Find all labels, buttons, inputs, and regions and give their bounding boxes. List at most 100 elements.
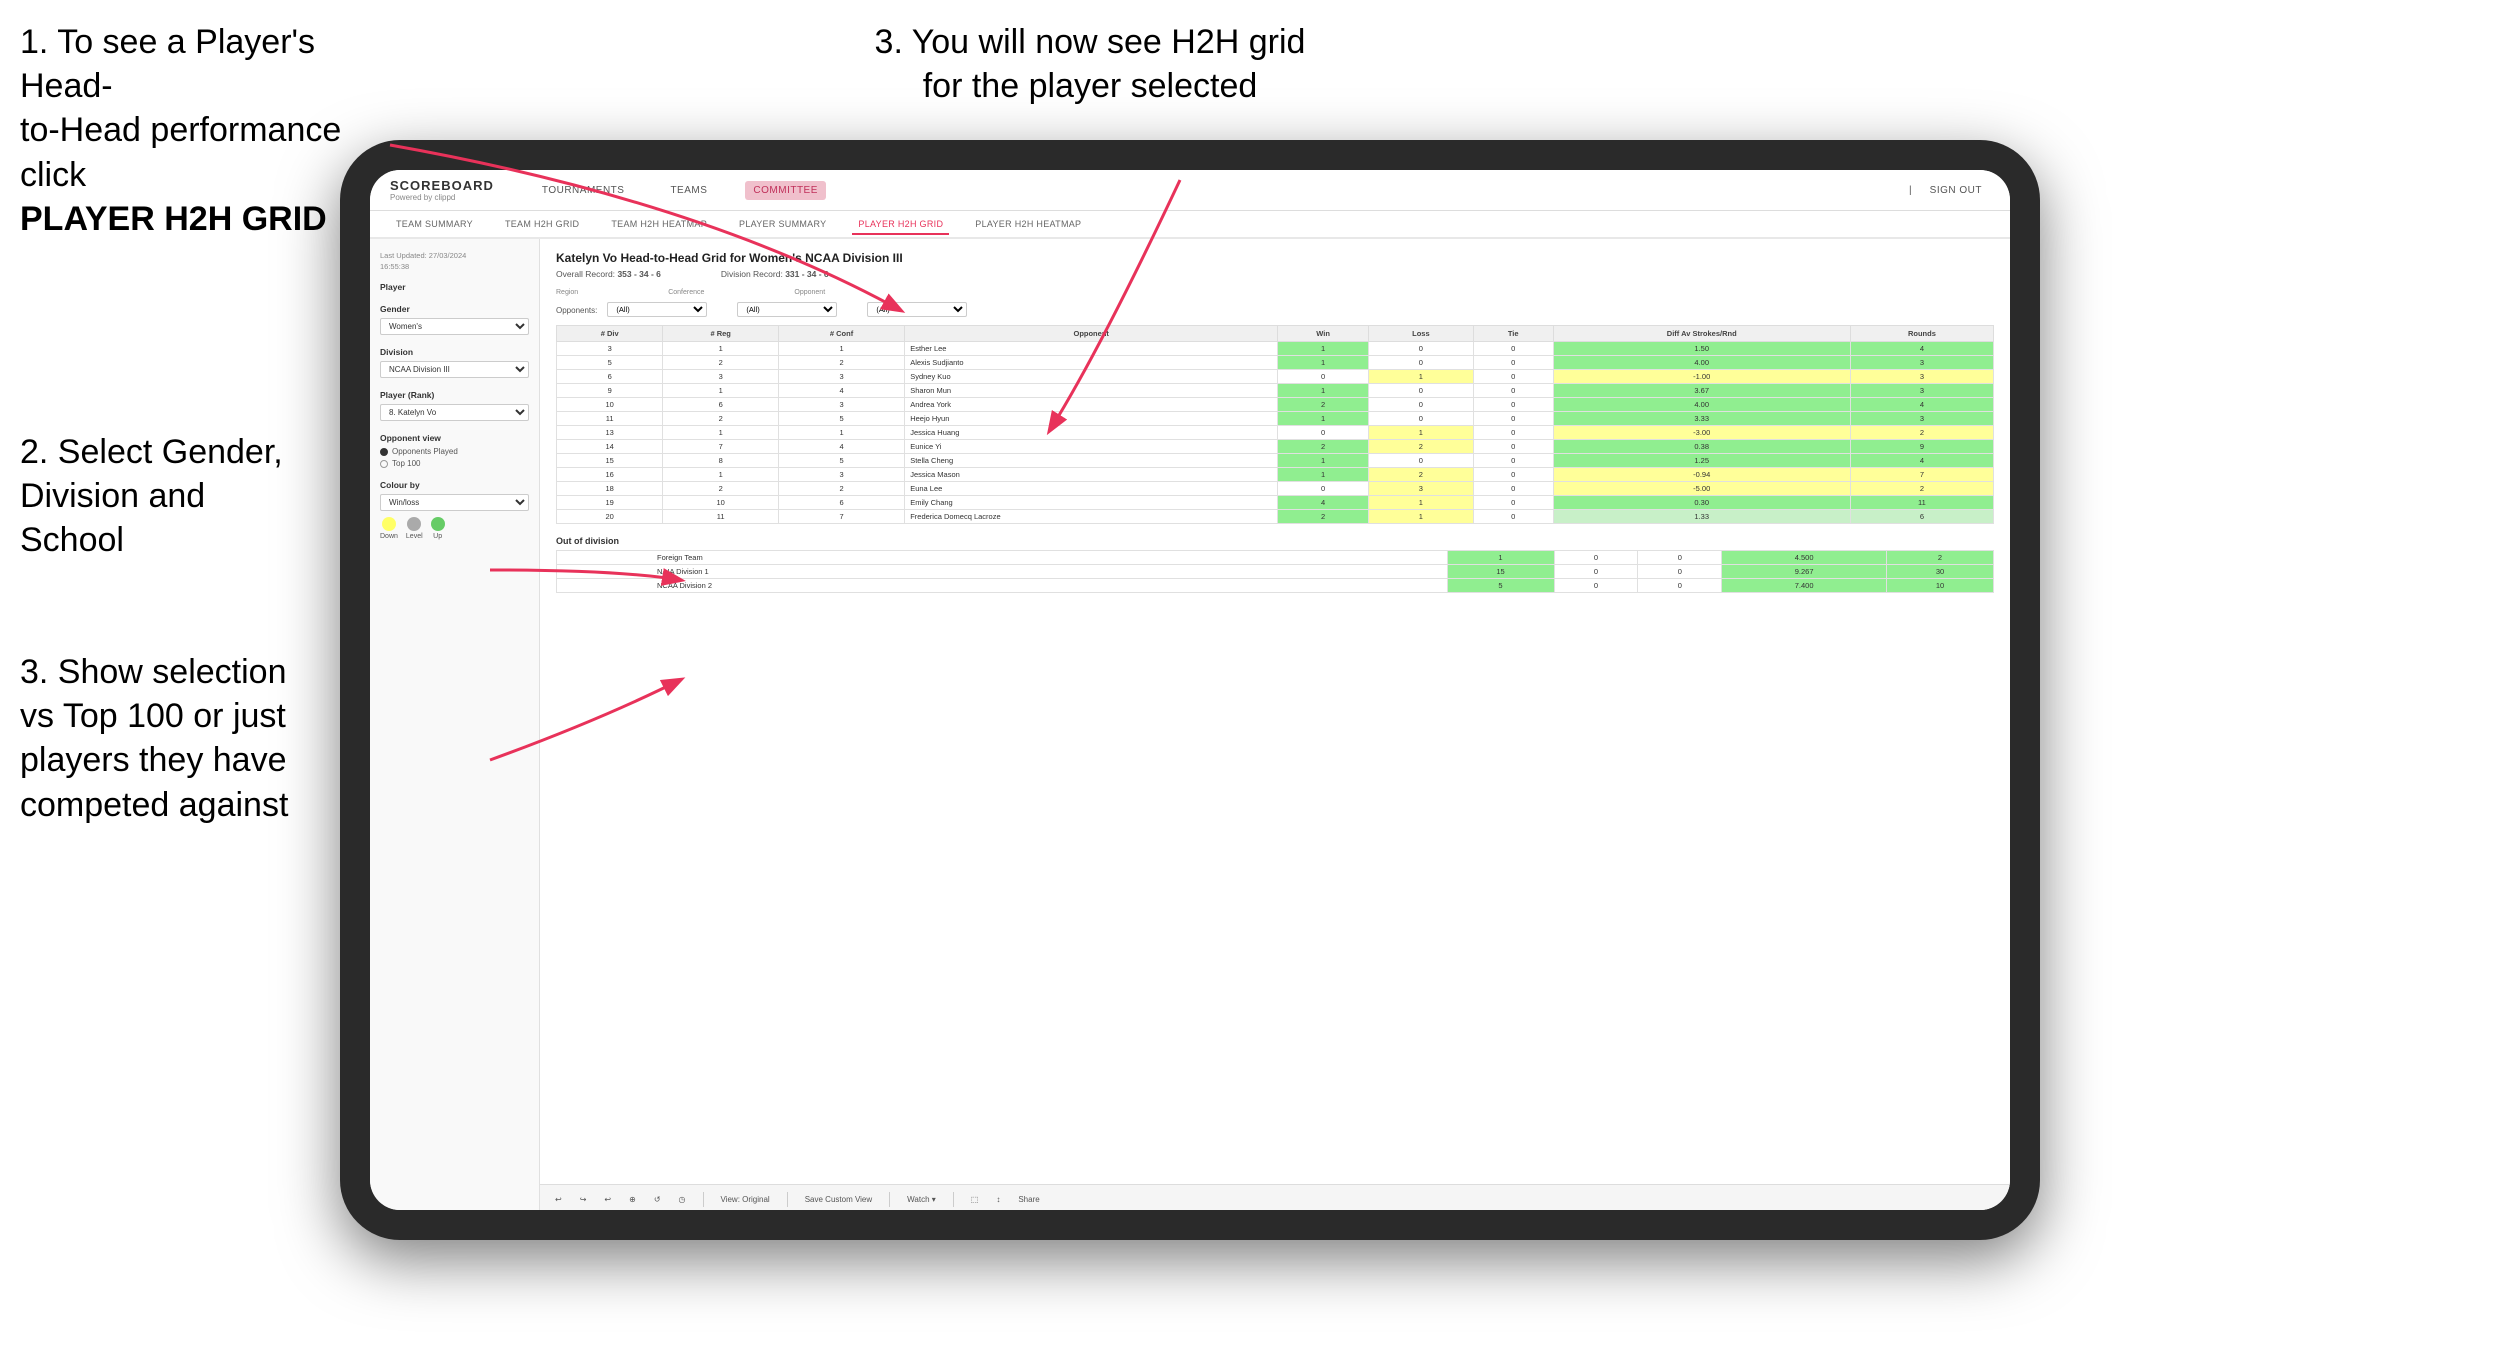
toolbar-clock[interactable]: ◷ [674,1193,691,1206]
instructions-top-center: 3. You will now see H2H grid for the pla… [840,20,1340,108]
ood-table-row: NCAA Division 2 5 0 0 7.400 10 [557,579,1994,593]
filter-row-2: Opponents: (All) (All) (All) [556,302,1994,317]
table-row: 9 1 4 Sharon Mun 1 0 0 3.67 3 [557,384,1994,398]
out-of-division-table: Foreign Team 1 0 0 4.500 2 NAIA Division… [556,550,1994,593]
radio-opponents-played[interactable]: Opponents Played [380,447,529,456]
col-div: # Div [557,326,663,342]
toolbar-sep1 [703,1192,704,1207]
toolbar-undo[interactable]: ↩ [550,1193,567,1206]
main-content: Last Updated: 27/03/2024 16:55:38 Player… [370,239,2010,1210]
radio-top100[interactable]: Top 100 [380,459,529,468]
sidebar-player-section: Player [380,282,529,292]
conference-filter-select[interactable]: (All) [737,302,837,317]
sub-nav-player-h2h-heatmap[interactable]: PLAYER H2H HEATMAP [969,215,1087,233]
toolbar-layout[interactable]: ⬚ [966,1193,984,1206]
logo-area: SCOREBOARD Powered by clippd [390,178,494,202]
sign-out-button[interactable]: Sign out [1922,181,1990,200]
instruction-line1: 1. To see a Player's Head- [20,23,315,105]
col-win: Win [1278,326,1369,342]
sidebar-division-label: Division [380,347,529,357]
toolbar-redo[interactable]: ↪ [575,1193,592,1206]
opponent-filter-select[interactable]: (All) [867,302,967,317]
grid-area: Katelyn Vo Head-to-Head Grid for Women's… [540,239,2010,1210]
instruction-tc-line1: 3. You will now see H2H grid [875,23,1306,61]
sidebar-player-rank-section: Player (Rank) 8. Katelyn Vo [380,390,529,421]
nav-right: | Sign out [1909,181,1990,200]
table-row: 15 8 5 Stella Cheng 1 0 0 1.25 4 [557,454,1994,468]
toolbar-view-original[interactable]: View: Original [716,1193,775,1206]
toolbar-resize[interactable]: ↕ [991,1193,1005,1206]
legend-up-dot [431,517,445,531]
filter-opponent: Opponent [794,289,825,296]
toolbar-watch[interactable]: Watch ▾ [902,1193,941,1206]
col-rounds: Rounds [1850,326,1993,342]
radio-dot-opponents [380,448,388,456]
grid-records: Overall Record: 353 - 34 - 6 Division Re… [556,269,1994,279]
sub-nav-team-summary[interactable]: TEAM SUMMARY [390,215,479,233]
col-loss: Loss [1368,326,1473,342]
player-rank-select[interactable]: 8. Katelyn Vo [380,404,529,421]
logo-title: SCOREBOARD [390,178,494,193]
col-tie: Tie [1473,326,1553,342]
col-diff: Diff Av Strokes/Rnd [1553,326,1850,342]
instruction-bold: PLAYER H2H GRID [20,200,327,238]
table-row: 11 2 5 Heejo Hyun 1 0 0 3.33 3 [557,412,1994,426]
sub-nav-player-h2h-grid[interactable]: PLAYER H2H GRID [852,215,949,235]
table-row: 10 6 3 Andrea York 2 0 0 4.00 4 [557,398,1994,412]
color-legend: Down Level Up [380,517,529,540]
nav-tournaments[interactable]: TOURNAMENTS [534,181,633,200]
instructions-middle-left: 2. Select Gender, Division and School [20,430,340,563]
instructions-bottom-left: 3. Show selection vs Top 100 or just pla… [20,650,340,827]
toolbar-undo2[interactable]: ↩ [599,1193,616,1206]
sub-nav-team-h2h-grid[interactable]: TEAM H2H GRID [499,215,585,233]
opponents-label: Opponents: [556,306,597,317]
toolbar-add[interactable]: ⊕ [624,1193,641,1206]
instruction-bl-line2: vs Top 100 or just [20,697,286,735]
nav-committee[interactable]: COMMITTEE [745,181,826,200]
sidebar-opponent-view-section: Opponent view Opponents Played Top 100 [380,433,529,468]
instruction-bl-line4: competed against [20,786,288,824]
instruction-ml-line1: 2. Select Gender, [20,433,283,471]
sidebar-player-rank-label: Player (Rank) [380,390,529,400]
sidebar-player-label: Player [380,282,529,292]
opponents-select[interactable]: (All) [607,302,707,317]
sub-nav-team-h2h-heatmap[interactable]: TEAM H2H HEATMAP [605,215,713,233]
instruction-tc-line2: for the player selected [923,67,1258,105]
toolbar-sep4 [953,1192,954,1207]
sidebar-division-section: Division NCAA Division III NCAA Division… [380,347,529,378]
sidebar-gender-label: Gender [380,304,529,314]
grid-title: Katelyn Vo Head-to-Head Grid for Women's… [556,251,1994,265]
col-opponent: Opponent [905,326,1278,342]
ood-table-row: NAIA Division 1 15 0 0 9.267 30 [557,565,1994,579]
division-record: Division Record: 331 - 34 - 6 [721,269,829,279]
legend-up: Up [431,517,445,540]
toolbar-refresh[interactable]: ↺ [649,1193,666,1206]
filter-conference: Conference [668,289,704,296]
instruction-bl-line3: players they have [20,741,287,779]
sidebar-timestamp: Last Updated: 27/03/2024 16:55:38 [380,251,529,272]
radio-opponents-label: Opponents Played [392,447,458,456]
table-row: 19 10 6 Emily Chang 4 1 0 0.30 11 [557,496,1994,510]
out-of-division-header: Out of division [556,536,1994,546]
sub-nav-player-summary[interactable]: PLAYER SUMMARY [733,215,832,233]
table-row: 6 3 3 Sydney Kuo 0 1 0 -1.00 3 [557,370,1994,384]
gender-select[interactable]: Women's Men's [380,318,529,335]
instruction-bl-line1: 3. Show selection [20,653,287,691]
ood-table-row: Foreign Team 1 0 0 4.500 2 [557,551,1994,565]
toolbar-sep2 [787,1192,788,1207]
table-row: 3 1 1 Esther Lee 1 0 0 1.50 4 [557,342,1994,356]
col-reg: # Reg [663,326,779,342]
color-by-select[interactable]: Win/loss [380,494,529,511]
radio-dot-top100 [380,460,388,468]
division-select[interactable]: NCAA Division III NCAA Division I NCAA D… [380,361,529,378]
toolbar-share[interactable]: Share [1013,1193,1044,1206]
table-row: 18 2 2 Euna Lee 0 3 0 -5.00 2 [557,482,1994,496]
legend-down-dot [382,517,396,531]
filter-row: Region Conference Opponent [556,289,1994,296]
instruction-ml-line3: School [20,521,124,559]
table-row: 13 1 1 Jessica Huang 0 1 0 -3.00 2 [557,426,1994,440]
sidebar-color-label: Colour by [380,480,529,490]
logo-sub: Powered by clippd [390,193,494,202]
toolbar-save-custom[interactable]: Save Custom View [800,1193,877,1206]
nav-teams[interactable]: TEAMS [662,181,715,200]
